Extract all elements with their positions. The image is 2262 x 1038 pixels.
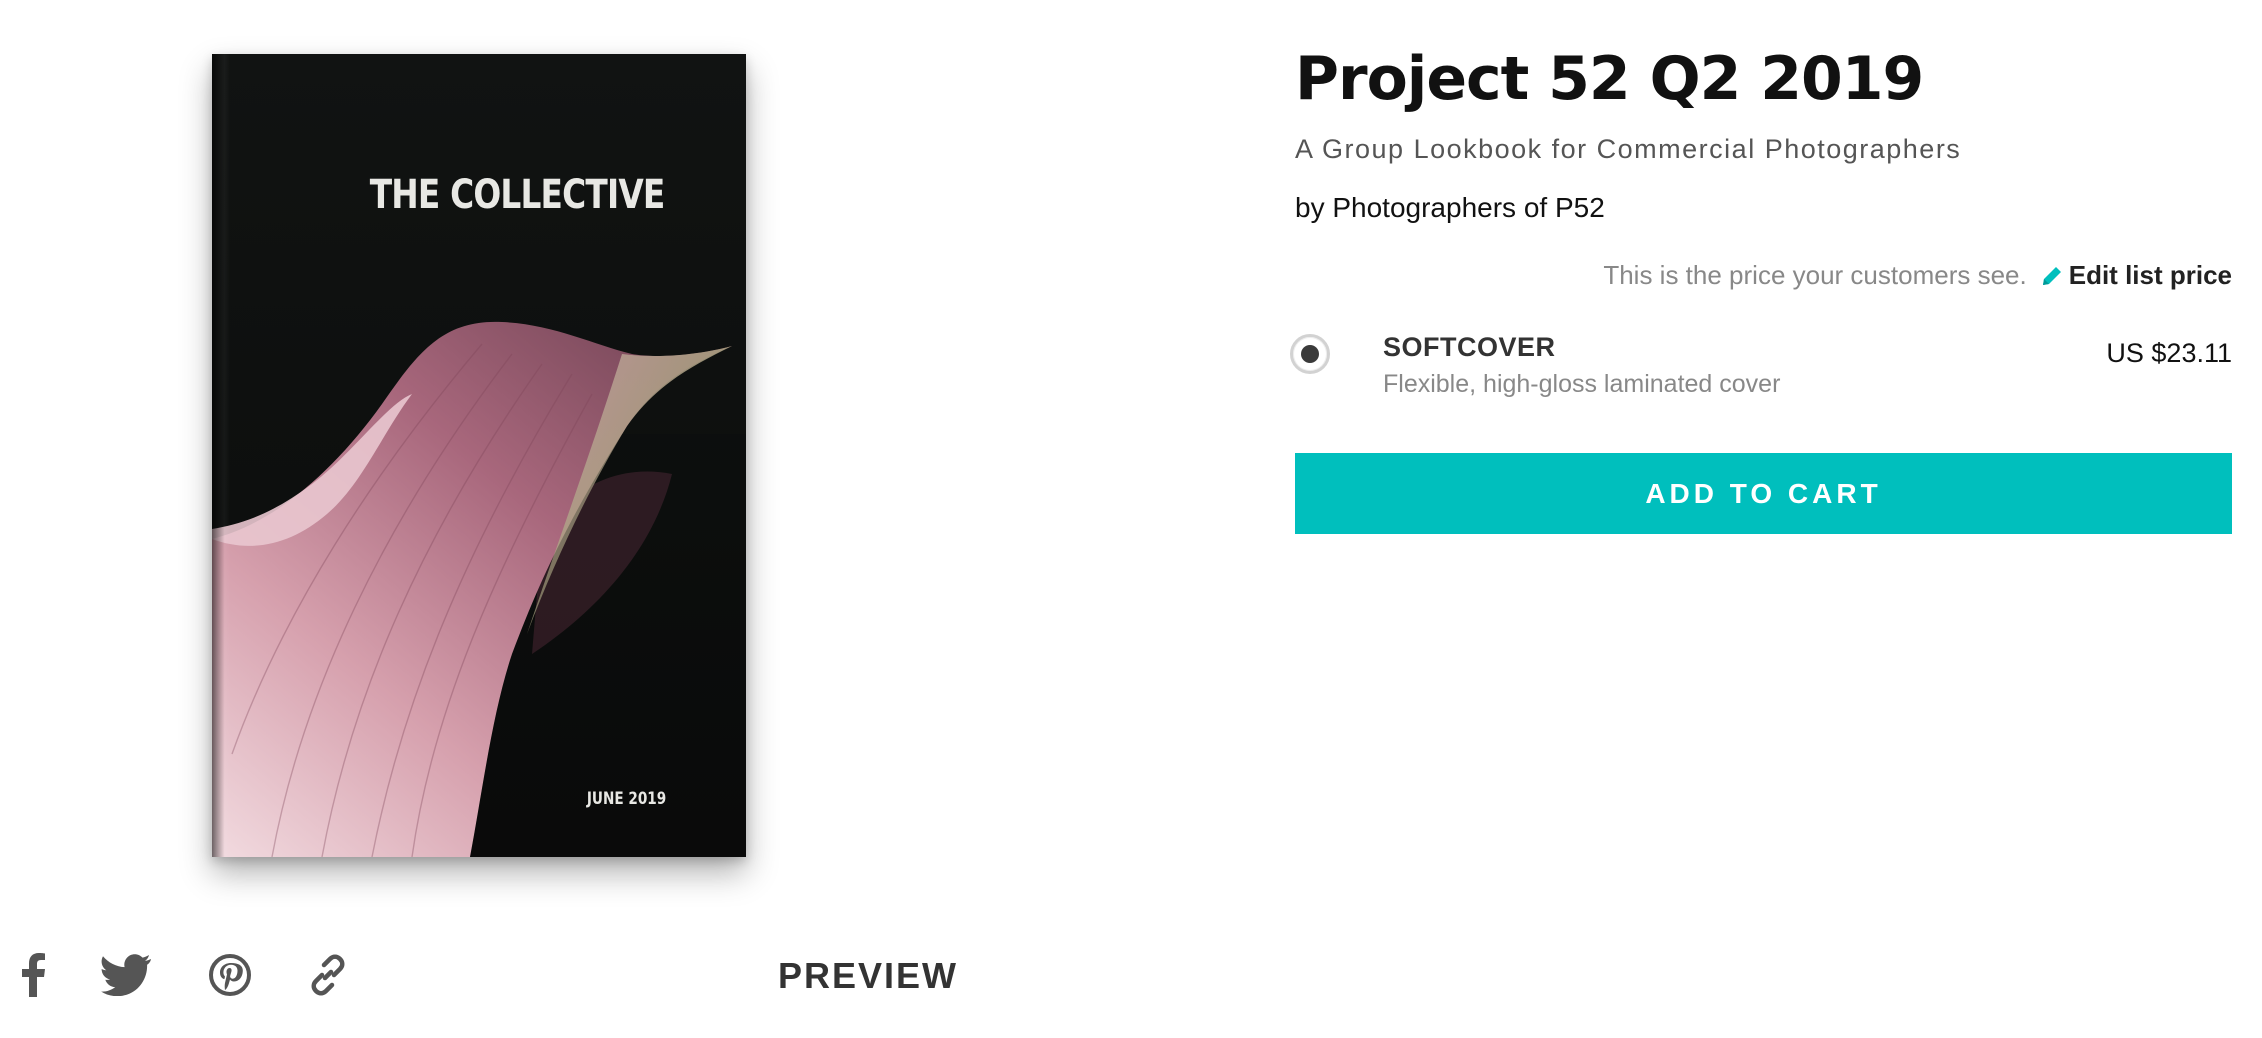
price-note: This is the price your customers see. <box>1603 260 2027 290</box>
pinterest-icon[interactable] <box>208 950 252 1000</box>
cover-date: JUNE 2019 <box>586 789 666 809</box>
link-icon[interactable] <box>306 950 350 1000</box>
radio-selected-dot <box>1301 345 1319 363</box>
product-subtitle: A Group Lookbook for Commercial Photogra… <box>1295 134 1962 164</box>
option-price: US $23.11 <box>2106 338 2232 368</box>
pencil-icon <box>2042 266 2061 285</box>
softcover-radio[interactable] <box>1290 334 1330 374</box>
product-author: by Photographers of P52 <box>1295 192 1605 223</box>
edit-list-price-link[interactable]: Edit list price <box>2041 260 2232 291</box>
cover-title: THE COLLECTIVE <box>369 172 665 218</box>
preview-link[interactable]: PREVIEW <box>778 955 958 997</box>
facebook-icon[interactable] <box>18 950 48 1000</box>
add-to-cart-button[interactable]: ADD TO CART <box>1295 453 2232 534</box>
book-cover: THE COLLECTIVE JUNE 2019 <box>212 54 746 857</box>
cover-image: THE COLLECTIVE JUNE 2019 <box>212 54 746 857</box>
twitter-icon[interactable] <box>100 950 152 1000</box>
softcover-option[interactable]: SOFTCOVER Flexible, high-gloss laminated… <box>1290 328 2232 402</box>
price-note-row: This is the price your customers see. Ed… <box>1603 260 2232 291</box>
cover-spine <box>212 54 230 857</box>
option-description: Flexible, high-gloss laminated cover <box>1383 370 1781 398</box>
option-name: SOFTCOVER <box>1383 332 1556 362</box>
product-title: Project 52 Q2 2019 <box>1295 44 1924 114</box>
edit-list-price-label: Edit list price <box>2068 260 2232 290</box>
